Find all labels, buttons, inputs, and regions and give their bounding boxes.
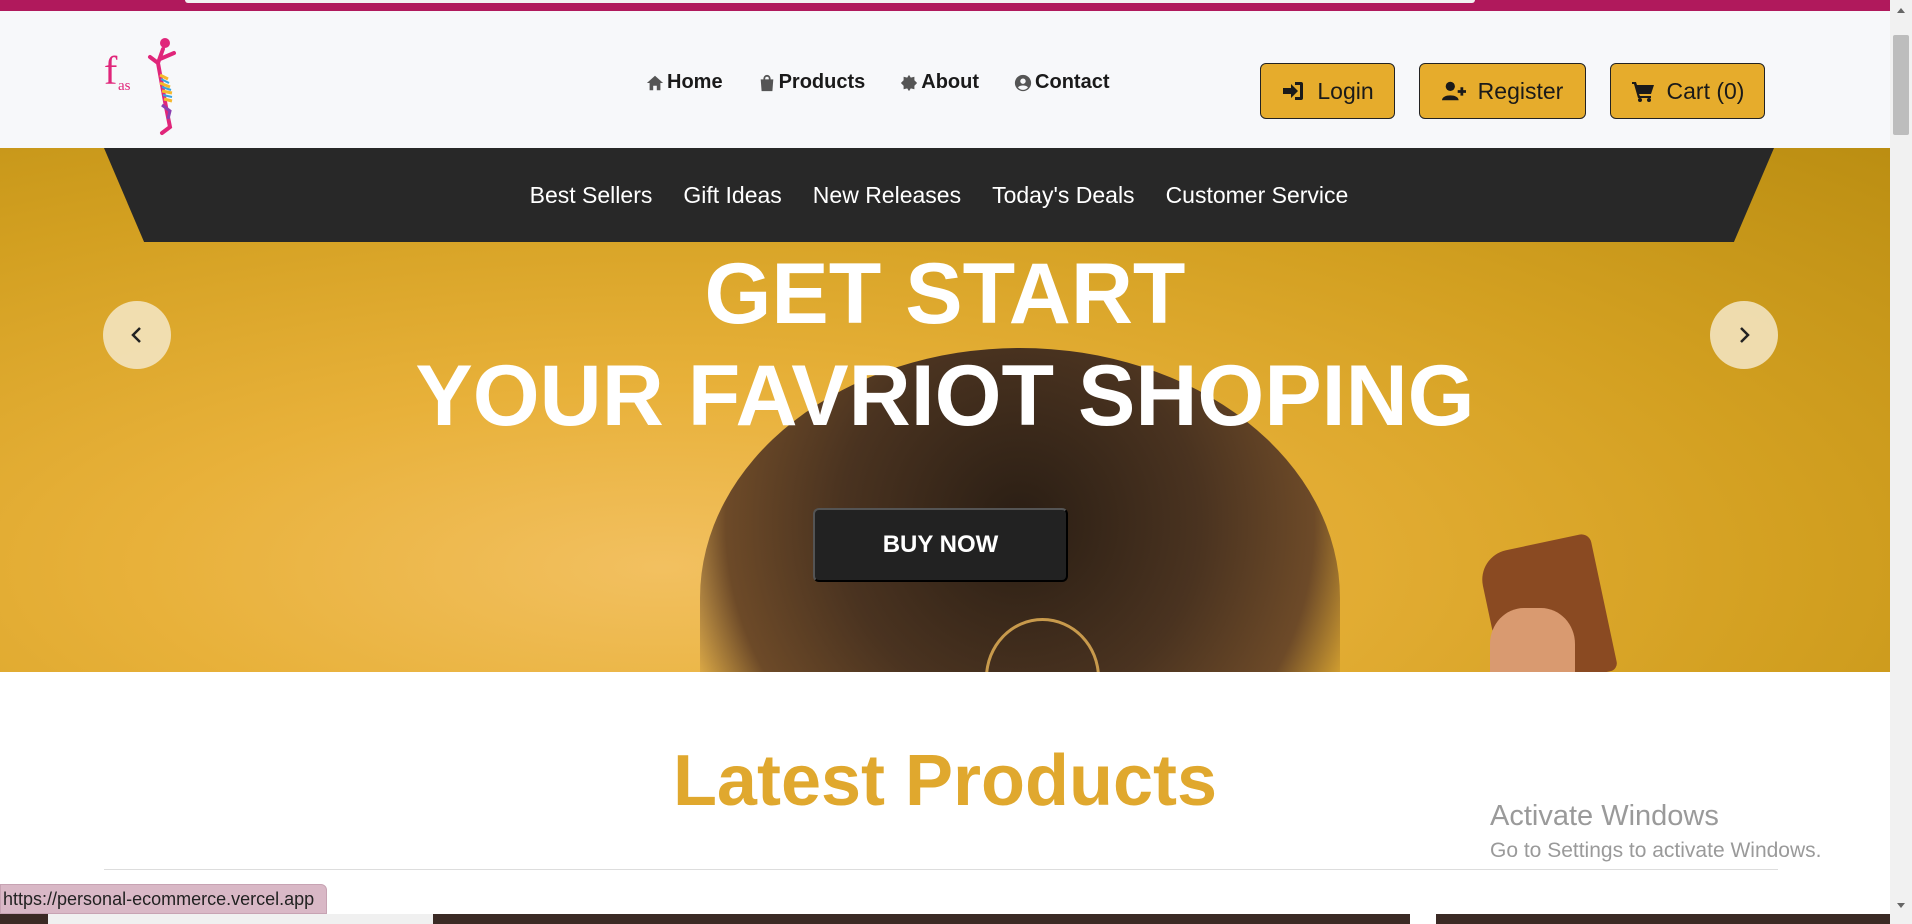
dancer-figure-icon	[148, 38, 176, 135]
page-scrollbar[interactable]	[1890, 0, 1912, 924]
nav-about[interactable]: About	[900, 71, 979, 94]
user-plus-icon	[1441, 81, 1466, 101]
windows-activation-watermark: Activate Windows Go to Settings to activ…	[1490, 800, 1822, 863]
shopping-bag-icon	[760, 74, 773, 91]
sign-in-icon	[1283, 82, 1304, 100]
hero-carousel: Best Sellers Gift Ideas New Releases Tod…	[0, 148, 1890, 672]
hero-title-line1: GET START	[704, 246, 1186, 342]
home-icon	[646, 75, 664, 90]
cart-button[interactable]: Cart (0)	[1610, 63, 1765, 119]
nav-about-label: About	[921, 71, 980, 93]
activate-subtitle: Go to Settings to activate Windows.	[1490, 839, 1822, 862]
product-card-gap	[1410, 914, 1436, 924]
scroll-up-arrow-icon[interactable]	[1897, 8, 1905, 13]
nav-home[interactable]: Home	[646, 71, 723, 94]
product-card-preview	[48, 914, 433, 924]
activate-title: Activate Windows	[1490, 800, 1719, 832]
badge-icon	[901, 74, 918, 91]
nav-home-label: Home	[667, 71, 723, 93]
buy-now-button[interactable]: BUY NOW	[813, 508, 1068, 582]
user-circle-icon	[1014, 74, 1032, 91]
cart-icon	[1631, 82, 1654, 102]
status-bar-url: https://personal-ecommerce.vercel.app	[0, 884, 328, 914]
product-grid-preview	[0, 914, 1890, 924]
section-divider	[104, 869, 1778, 870]
category-todays-deals[interactable]: Today's Deals	[992, 182, 1134, 209]
nav-products[interactable]: Products	[758, 71, 866, 94]
nav-contact-label: Contact	[1035, 71, 1110, 93]
hero-title-line2: YOUR FAVRIOT SHOPING	[415, 348, 1475, 444]
register-label: Register	[1477, 77, 1564, 104]
browser-top-stripe	[0, 0, 1890, 11]
category-new-releases[interactable]: New Releases	[813, 182, 961, 209]
navbar: f as Home Products About Contact Login R…	[0, 11, 1890, 148]
brand-logo[interactable]: f as	[100, 35, 190, 139]
main-nav: Home Products About Contact	[646, 71, 1109, 94]
scroll-down-arrow-icon[interactable]	[1897, 903, 1905, 908]
scrollbar-thumb[interactable]	[1893, 35, 1909, 135]
hero-title: GET START YOUR FAVRIOT SHOPING	[0, 243, 1890, 447]
login-button[interactable]: Login	[1260, 63, 1395, 119]
category-best-sellers[interactable]: Best Sellers	[530, 182, 653, 209]
nav-contact[interactable]: Contact	[1014, 71, 1109, 94]
nav-products-label: Products	[778, 71, 866, 93]
login-label: Login	[1317, 77, 1374, 104]
address-bar-edge	[185, 0, 1475, 3]
category-gift-ideas[interactable]: Gift Ideas	[683, 182, 781, 209]
category-nav: Best Sellers Gift Ideas New Releases Tod…	[104, 148, 1774, 242]
cart-label: Cart (0)	[1666, 77, 1745, 104]
auth-buttons: Login Register Cart (0)	[1260, 63, 1765, 119]
category-customer-service[interactable]: Customer Service	[1166, 182, 1349, 209]
hero-image-hand	[1490, 608, 1575, 672]
register-button[interactable]: Register	[1419, 63, 1586, 119]
